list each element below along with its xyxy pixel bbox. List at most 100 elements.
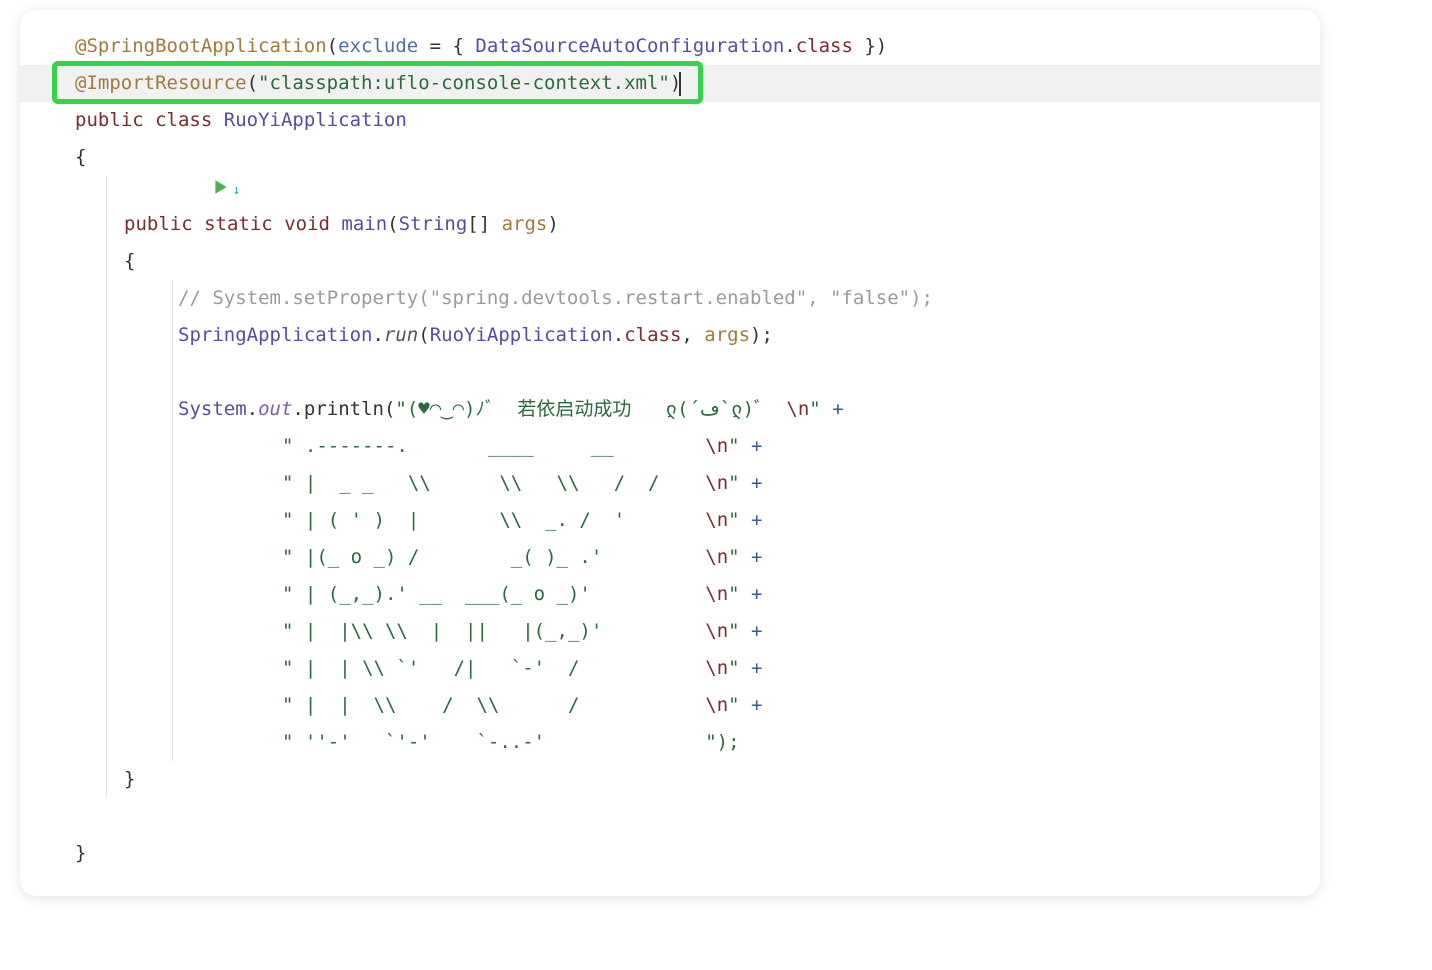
string-literal: " — [728, 428, 739, 465]
op-plus: + — [740, 539, 763, 576]
code-line[interactable]: { — [20, 243, 1320, 280]
method-call: run — [384, 317, 418, 354]
code-line-blank[interactable] — [20, 354, 1320, 391]
code-line-gutter[interactable]: ↓ — [20, 176, 1320, 206]
punct: . — [613, 317, 624, 354]
op-plus: + — [821, 391, 844, 428]
string-literal: " — [728, 576, 739, 613]
code-line[interactable]: " | |\\ \\ | || |(_,_)' \n" + — [20, 613, 1320, 650]
escape-seq: \n — [705, 613, 728, 650]
code-line-highlighted[interactable]: @ImportResource("classpath:uflo-console-… — [20, 65, 1320, 102]
keyword: void — [284, 206, 330, 243]
code-editor[interactable]: @SpringBootApplication(exclude = { DataS… — [20, 10, 1320, 896]
string-literal: " — [728, 650, 739, 687]
escape-seq: \n — [705, 465, 728, 502]
punct: ) — [547, 206, 558, 243]
escape-seq: \n — [705, 650, 728, 687]
punct: ( — [418, 317, 429, 354]
punct: ( — [327, 28, 338, 65]
method-name: main — [341, 206, 387, 243]
escape-seq: \n — [705, 539, 728, 576]
code-line[interactable]: // System.setProperty("spring.devtools.r… — [20, 280, 1320, 317]
code-line[interactable]: " | ( ' ) | \\ _. / ' \n" + — [20, 502, 1320, 539]
keyword: class — [155, 102, 212, 139]
escape-seq: \n — [786, 391, 809, 428]
code-line[interactable]: " | | \\ / \\ / \n" + — [20, 687, 1320, 724]
code-line[interactable]: " | _ _ \\ \\ \\ / / \n" + — [20, 465, 1320, 502]
punct: ( — [387, 206, 398, 243]
op-plus: + — [740, 428, 763, 465]
string-literal: " — [728, 465, 739, 502]
code-line[interactable]: } — [20, 835, 1320, 872]
code-line[interactable]: " .-------. ____ __ \n" + — [20, 428, 1320, 465]
annotation: @SpringBootApplication — [75, 28, 327, 65]
text-cursor — [679, 72, 681, 96]
class-ref: RuoYiApplication — [430, 317, 613, 354]
op-plus: + — [740, 650, 763, 687]
string-literal: " — [728, 687, 739, 724]
brace: { — [124, 243, 135, 280]
code-line[interactable]: } — [20, 761, 1320, 798]
type: String — [399, 206, 468, 243]
static-field: out — [258, 391, 292, 428]
string-literal: " — [728, 539, 739, 576]
keyword: class — [624, 317, 681, 354]
class-ref: System — [178, 391, 247, 428]
punct: = { — [418, 28, 475, 65]
punct: }) — [853, 28, 887, 65]
string-literal: "classpath:uflo-console-context.xml" — [258, 65, 670, 102]
code-line[interactable]: @SpringBootApplication(exclude = { DataS… — [20, 28, 1320, 65]
brace: } — [75, 835, 86, 872]
annotation: @ImportResource — [75, 65, 247, 102]
string-literal: " .-------. ____ __ — [282, 428, 705, 465]
op-plus: + — [740, 465, 763, 502]
string-literal: " ''-' `'-' `-..-' "); — [282, 724, 740, 761]
class-ref: SpringApplication — [178, 317, 372, 354]
op-plus: + — [740, 502, 763, 539]
punct: ); — [750, 317, 773, 354]
punct: . — [372, 317, 383, 354]
op-plus: + — [740, 613, 763, 650]
string-literal: " — [728, 613, 739, 650]
code-line[interactable]: " ''-' `'-' `-..-' "); — [20, 724, 1320, 761]
code-line[interactable]: " | | \\ `' /| `-' / \n" + — [20, 650, 1320, 687]
escape-seq: \n — [705, 502, 728, 539]
brace: } — [124, 761, 135, 798]
param-name: exclude — [338, 28, 418, 65]
punct: . — [247, 391, 258, 428]
string-literal: " | _ _ \\ \\ \\ / / — [282, 465, 705, 502]
download-icon[interactable]: ↓ — [233, 178, 241, 203]
comment: // System.setProperty("spring.devtools.r… — [178, 280, 933, 317]
string-literal: " |(_ o _) / _( )_ .' — [282, 539, 705, 576]
code-line[interactable]: System.out.println("(♥◠‿◠)ﾉﾞ 若依启动成功 ლ(´ڡ… — [20, 391, 1320, 428]
param: args — [502, 206, 548, 243]
string-literal: " — [728, 502, 739, 539]
string-literal: "(♥◠‿◠)ﾉﾞ 若依启动成功 ლ(´ڡ`ლ)ﾞ — [395, 391, 786, 428]
string-literal: " | ( ' ) | \\ _. / ' — [282, 502, 705, 539]
brace: { — [75, 139, 86, 176]
op-plus: + — [740, 687, 763, 724]
code-line[interactable]: public static void main(String[] args) — [20, 206, 1320, 243]
punct: . — [292, 391, 303, 428]
class-name: RuoYiApplication — [224, 102, 407, 139]
ascii-art-block: " .-------. ____ __ \n" +" | _ _ \\ \\ \… — [20, 428, 1320, 761]
punct: ( — [384, 391, 395, 428]
string-literal: " | |\\ \\ | || |(_,_)' — [282, 613, 705, 650]
string-literal: " | | \\ / \\ / — [282, 687, 705, 724]
string-literal: " | (_,_).' __ ___(_ o _)' — [282, 576, 705, 613]
punct: . — [784, 28, 795, 65]
punct: ( — [247, 65, 258, 102]
punct: [] — [467, 206, 501, 243]
escape-seq: \n — [705, 687, 728, 724]
code-line[interactable]: " |(_ o _) / _( )_ .' \n" + — [20, 539, 1320, 576]
keyword: public — [124, 206, 193, 243]
method-call: println — [304, 391, 384, 428]
code-line[interactable]: " | (_,_).' __ ___(_ o _)' \n" + — [20, 576, 1320, 613]
string-literal: " | | \\ `' /| `-' / — [282, 650, 705, 687]
escape-seq: \n — [705, 428, 728, 465]
code-line[interactable]: public class RuoYiApplication — [20, 102, 1320, 139]
keyword: public — [75, 102, 144, 139]
code-line-blank[interactable] — [20, 798, 1320, 835]
code-line[interactable]: SpringApplication.run(RuoYiApplication.c… — [20, 317, 1320, 354]
op-plus: + — [740, 576, 763, 613]
